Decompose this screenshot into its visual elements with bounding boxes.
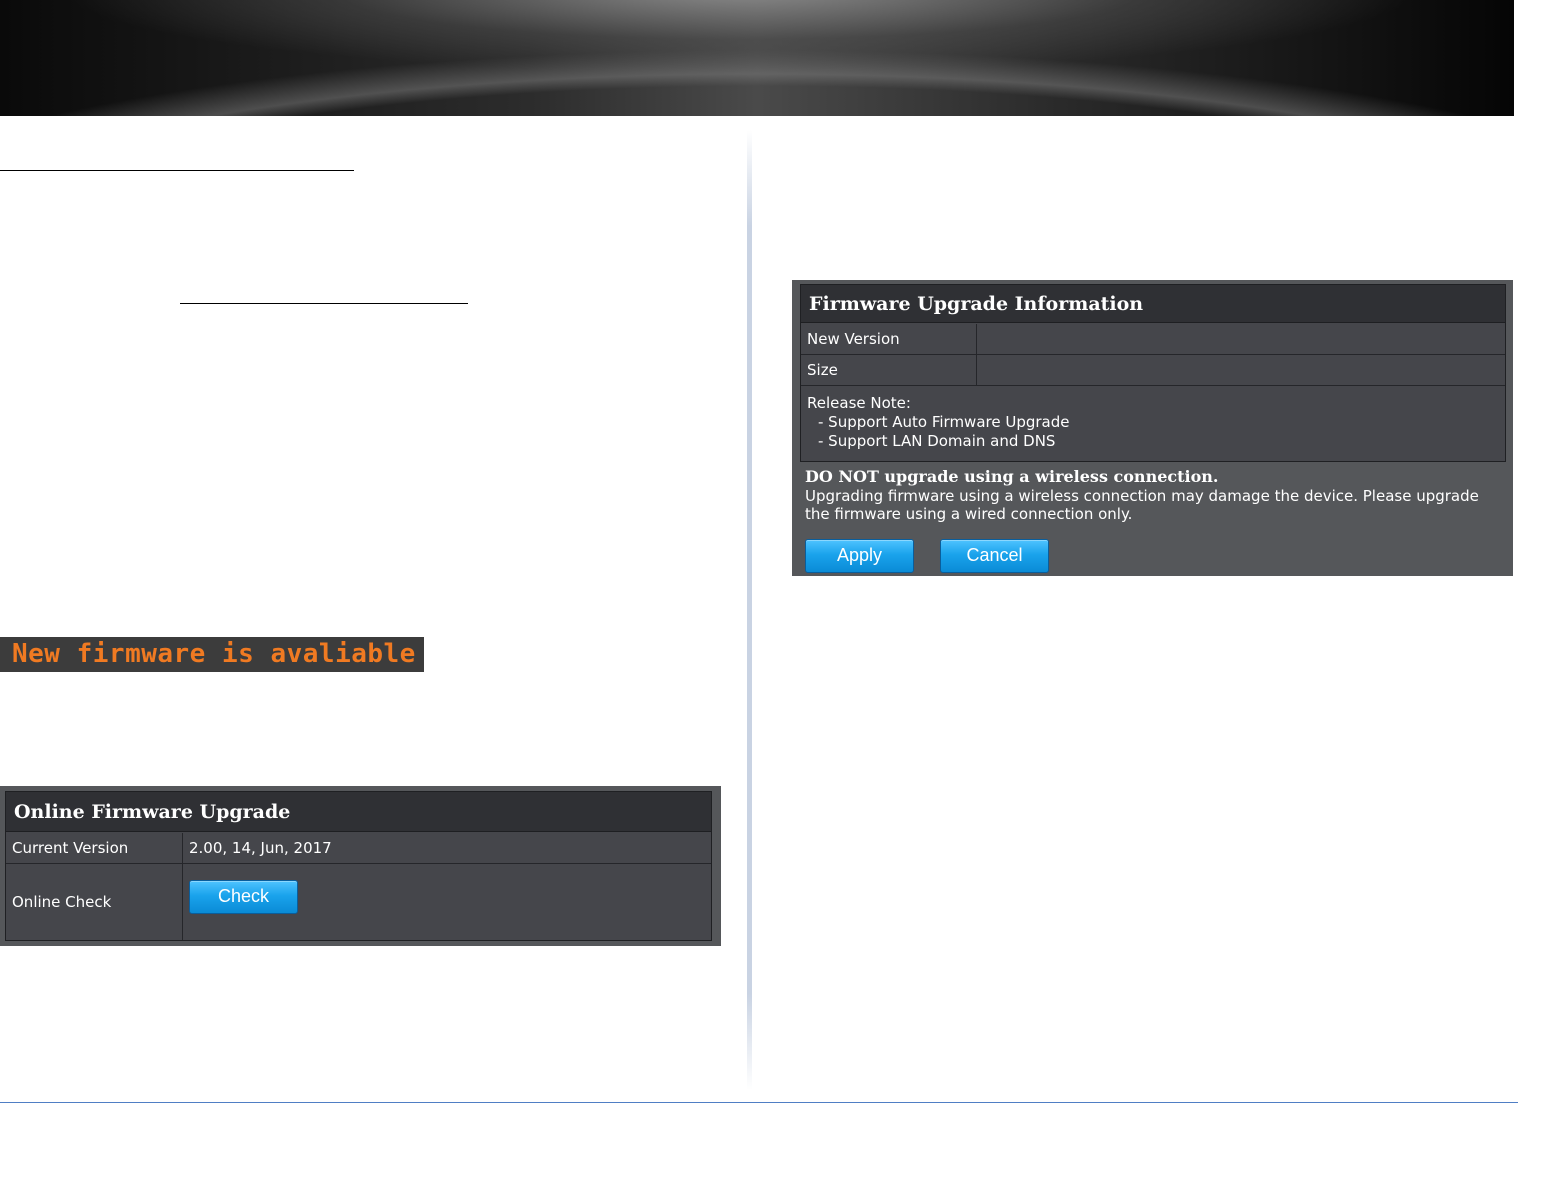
release-note-label: Release Note: <box>807 394 911 412</box>
current-version-row: Current Version 2.00, 14, Jun, 2017 <box>6 833 711 864</box>
wireless-warning: DO NOT upgrade using a wireless connecti… <box>805 467 1505 524</box>
size-label: Size <box>801 355 977 385</box>
new-version-row: New Version <box>801 324 1505 355</box>
wireless-warning-text: Upgrading firmware using a wireless conn… <box>805 486 1479 524</box>
online-check-cell: Check <box>183 864 711 940</box>
online-firmware-upgrade-title: Online Firmware Upgrade <box>6 792 711 832</box>
release-note-item: - Support LAN Domain and DNS <box>818 432 1056 450</box>
link-underline <box>180 303 468 304</box>
release-note-item: - Support Auto Firmware Upgrade <box>818 413 1070 431</box>
current-version-value: 2.00, 14, Jun, 2017 <box>189 839 332 857</box>
firmware-upgrade-information-panel: Firmware Upgrade Information New Version… <box>792 280 1513 576</box>
size-row: Size <box>801 355 1505 386</box>
apply-button[interactable]: Apply <box>805 539 914 573</box>
new-firmware-notice: New firmware is avaliable <box>0 637 424 672</box>
section-heading-underline <box>0 170 354 171</box>
firmware-upgrade-information-table: Firmware Upgrade Information New Version… <box>800 284 1506 462</box>
firmware-upgrade-information-title: Firmware Upgrade Information <box>801 285 1505 323</box>
cancel-button[interactable]: Cancel <box>940 539 1049 573</box>
size-value <box>977 355 1505 385</box>
check-button[interactable]: Check <box>189 880 298 914</box>
release-note: Release Note: - Support Auto Firmware Up… <box>807 394 1069 451</box>
wireless-warning-title: DO NOT upgrade using a wireless connecti… <box>805 467 1219 486</box>
current-version-label: Current Version <box>6 833 183 863</box>
header-banner <box>0 0 1514 116</box>
new-version-value <box>977 324 1505 354</box>
online-check-row: Online Check Check <box>6 864 711 940</box>
online-check-label: Online Check <box>6 864 183 940</box>
new-version-label: New Version <box>801 324 977 354</box>
release-note-row: Release Note: - Support Auto Firmware Up… <box>801 386 1505 461</box>
online-firmware-upgrade-panel: Online Firmware Upgrade Current Version … <box>0 786 721 946</box>
column-divider <box>747 130 752 1090</box>
footer-rule <box>0 1102 1518 1103</box>
online-firmware-upgrade-table: Online Firmware Upgrade Current Version … <box>5 791 712 941</box>
